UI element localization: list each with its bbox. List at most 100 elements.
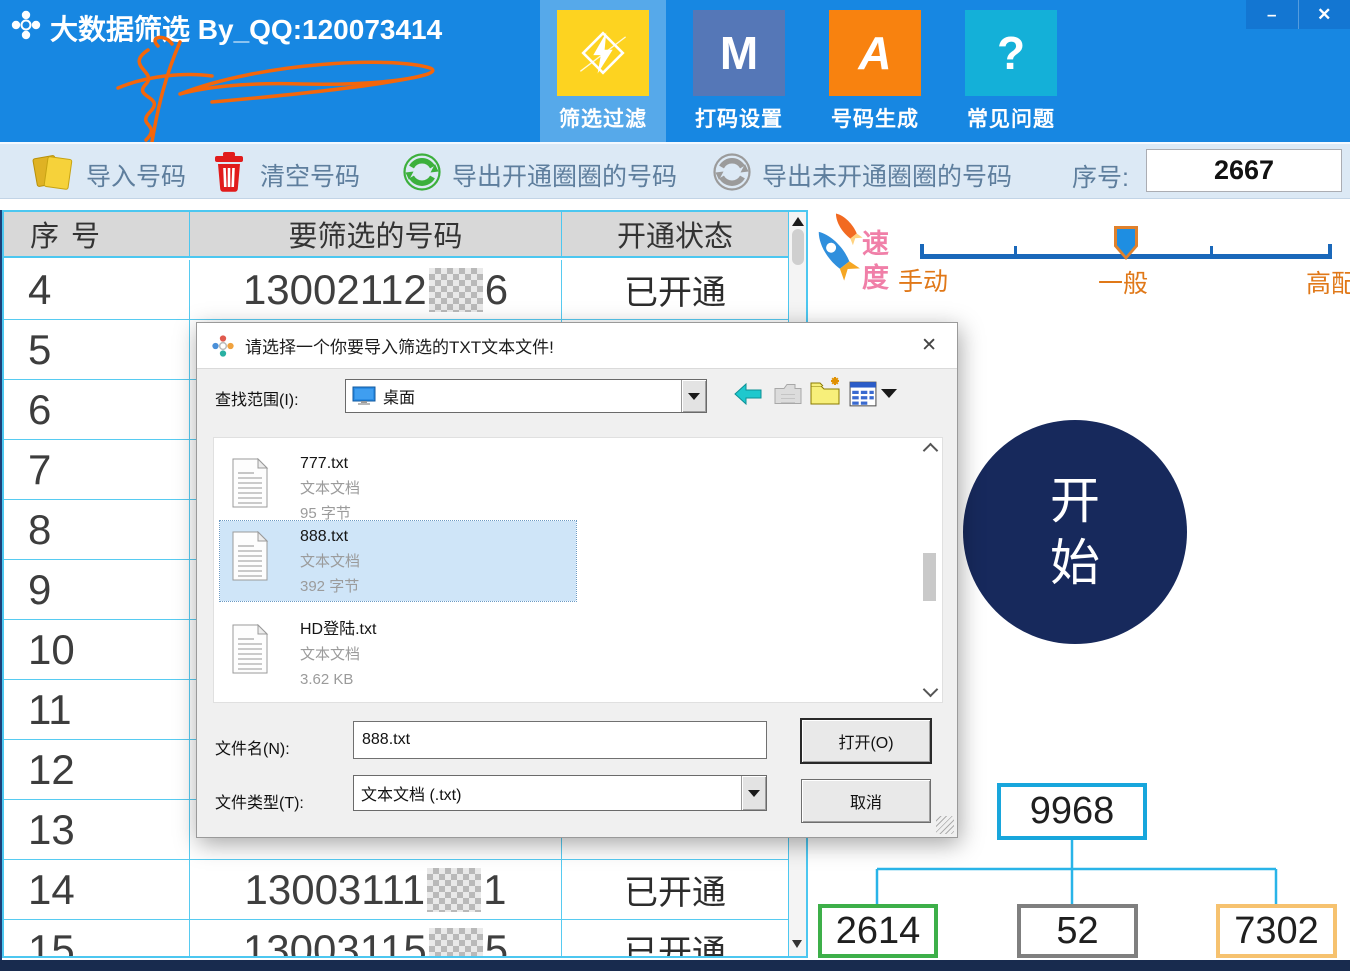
file-type: 文本文档 (300, 553, 361, 570)
view-menu-caret-icon[interactable] (881, 389, 897, 398)
nav-item-label: 筛选过滤 (559, 108, 647, 131)
file-item[interactable]: 888.txt 文本文档 392 字节 (219, 520, 577, 602)
signature-scribble (116, 35, 435, 144)
stat-box: 2614 (818, 904, 938, 958)
cell-index: 5 (4, 320, 190, 379)
censored-digits (428, 927, 483, 956)
start-button[interactable]: 开 始 (963, 420, 1187, 644)
text-file-icon (232, 531, 269, 581)
export-not-opened-button[interactable]: 导出未开通圈圈的号码 (762, 157, 1012, 193)
export-opened-icon[interactable] (402, 152, 442, 192)
look-in-combobox[interactable]: 桌面 (345, 379, 707, 413)
letter-m-icon: M (693, 10, 785, 96)
file-type-combobox[interactable]: 文本文档 (.txt) (353, 775, 767, 811)
file-item[interactable]: HD登陆.txt 文本文档 3.62 KB (220, 614, 910, 694)
dialog-logo-icon (212, 334, 234, 357)
close-button[interactable]: ✕ (1297, 0, 1350, 29)
dialog-title: 请选择一个你要导入筛选的TXT文本文件! (245, 338, 554, 357)
cell-number: 13003111 1 (190, 860, 562, 919)
back-icon[interactable] (733, 381, 763, 407)
title-bar: 大数据筛选 By_QQ:120073414 筛选过滤 M 打码设置 A 号码生成… (0, 0, 1350, 144)
cell-index: 13 (4, 800, 190, 859)
resize-grip[interactable] (936, 816, 954, 834)
file-list-scrollbar[interactable] (921, 441, 939, 699)
start-button-line1: 开 (1050, 473, 1100, 529)
scroll-up-icon[interactable] (791, 217, 804, 226)
slider-tick (1210, 246, 1213, 257)
desktop-icon (352, 386, 376, 405)
table-row[interactable]: 14 13003111 1 已开通 (4, 860, 788, 920)
cell-number: 13003115 5 (190, 920, 562, 956)
file-size: 3.62 KB (300, 671, 354, 688)
nav-item[interactable]: M 打码设置 (676, 0, 802, 142)
file-type: 文本文档 (300, 646, 361, 663)
text-file-icon (232, 624, 269, 674)
clear-numbers-button[interactable]: 清空号码 (260, 157, 360, 193)
nav-item[interactable]: A 号码生成 (812, 0, 938, 142)
dialog-title-bar[interactable]: 请选择一个你要导入筛选的TXT文本文件! ✕ (197, 323, 957, 369)
nav-item[interactable]: 筛选过滤 (540, 0, 666, 142)
start-button-line2: 始 (1050, 535, 1100, 591)
open-button[interactable]: 打开(O) (801, 719, 931, 763)
app-logo-icon (11, 10, 41, 40)
cell-index: 15 (4, 920, 190, 956)
view-menu-icon[interactable] (849, 381, 877, 407)
cancel-button[interactable]: 取消 (801, 779, 931, 823)
cell-index: 8 (4, 500, 190, 559)
file-type-label: 文件类型(T): (215, 795, 304, 812)
scroll-thumb[interactable] (923, 553, 936, 601)
window-left-border (0, 210, 2, 960)
slider-end-right (1328, 244, 1332, 259)
nav-item-label: 号码生成 (831, 108, 919, 131)
export-opened-button[interactable]: 导出开通圈圈的号码 (452, 157, 677, 193)
scroll-down-icon[interactable] (922, 681, 939, 698)
look-in-dropdown-icon[interactable] (681, 380, 706, 412)
import-numbers-icon[interactable] (30, 151, 76, 193)
serial-number-field[interactable]: 2667 (1146, 149, 1342, 192)
scroll-thumb[interactable] (791, 229, 804, 265)
cell-index: 12 (4, 740, 190, 799)
speed-label-line2: 度 (862, 263, 889, 293)
file-name: KEY.txt (300, 698, 351, 702)
file-name: HD登陆.txt (300, 621, 377, 638)
cell-index: 11 (4, 680, 190, 739)
table-header: 序 号 要筛选的号码 开通状态 (4, 212, 788, 258)
scroll-up-icon[interactable] (922, 442, 938, 459)
toolbar: 导入号码 清空号码 导出开通圈圈的号码 导出未开通圈圈的号码 序号: 2667 (0, 142, 1350, 199)
scroll-down-icon[interactable] (792, 940, 802, 948)
clear-numbers-icon[interactable] (214, 151, 244, 193)
header-index: 序 号 (4, 212, 190, 256)
table-row[interactable]: 15 13003115 5 已开通 (4, 920, 788, 956)
censored-digits (427, 867, 482, 912)
file-type-value: 文本文档 (.txt) (361, 787, 462, 804)
export-not-opened-icon[interactable] (712, 152, 752, 192)
text-file-icon (232, 458, 269, 508)
filter-lightning-icon (557, 10, 649, 96)
nav-item[interactable]: ? 常见问题 (948, 0, 1074, 142)
file-type: 文本文档 (300, 480, 361, 497)
file-name-input[interactable]: 888.txt (353, 721, 767, 759)
file-name: 777.txt (300, 455, 349, 472)
table-row[interactable]: 4 13002112 6 已开通 (4, 260, 788, 320)
up-folder-icon[interactable] (773, 380, 803, 407)
censored-digits (428, 267, 483, 312)
file-item[interactable]: KEY.txt (220, 694, 910, 702)
window-bottom-border (0, 960, 1350, 971)
serial-label: 序号: (1072, 164, 1129, 192)
slider-label-manual: 手动 (898, 268, 949, 296)
file-size: 392 字节 (300, 578, 360, 595)
import-numbers-button[interactable]: 导入号码 (86, 157, 186, 193)
cell-index: 9 (4, 560, 190, 619)
dialog-close-icon[interactable]: ✕ (915, 332, 943, 359)
nav-item-label: 打码设置 (695, 108, 783, 131)
slider-end-left (920, 244, 924, 259)
new-folder-icon[interactable] (809, 376, 841, 407)
file-item[interactable]: 777.txt 文本文档 95 字节 (220, 448, 910, 528)
minimize-button[interactable]: – (1246, 0, 1298, 29)
cell-number: 13002112 6 (190, 260, 562, 319)
cell-status: 已开通 (624, 934, 726, 956)
file-type-dropdown-icon[interactable] (741, 776, 766, 810)
look-in-value: 桌面 (383, 390, 416, 407)
cell-index: 6 (4, 380, 190, 439)
nav-item-label: 常见问题 (967, 108, 1055, 131)
